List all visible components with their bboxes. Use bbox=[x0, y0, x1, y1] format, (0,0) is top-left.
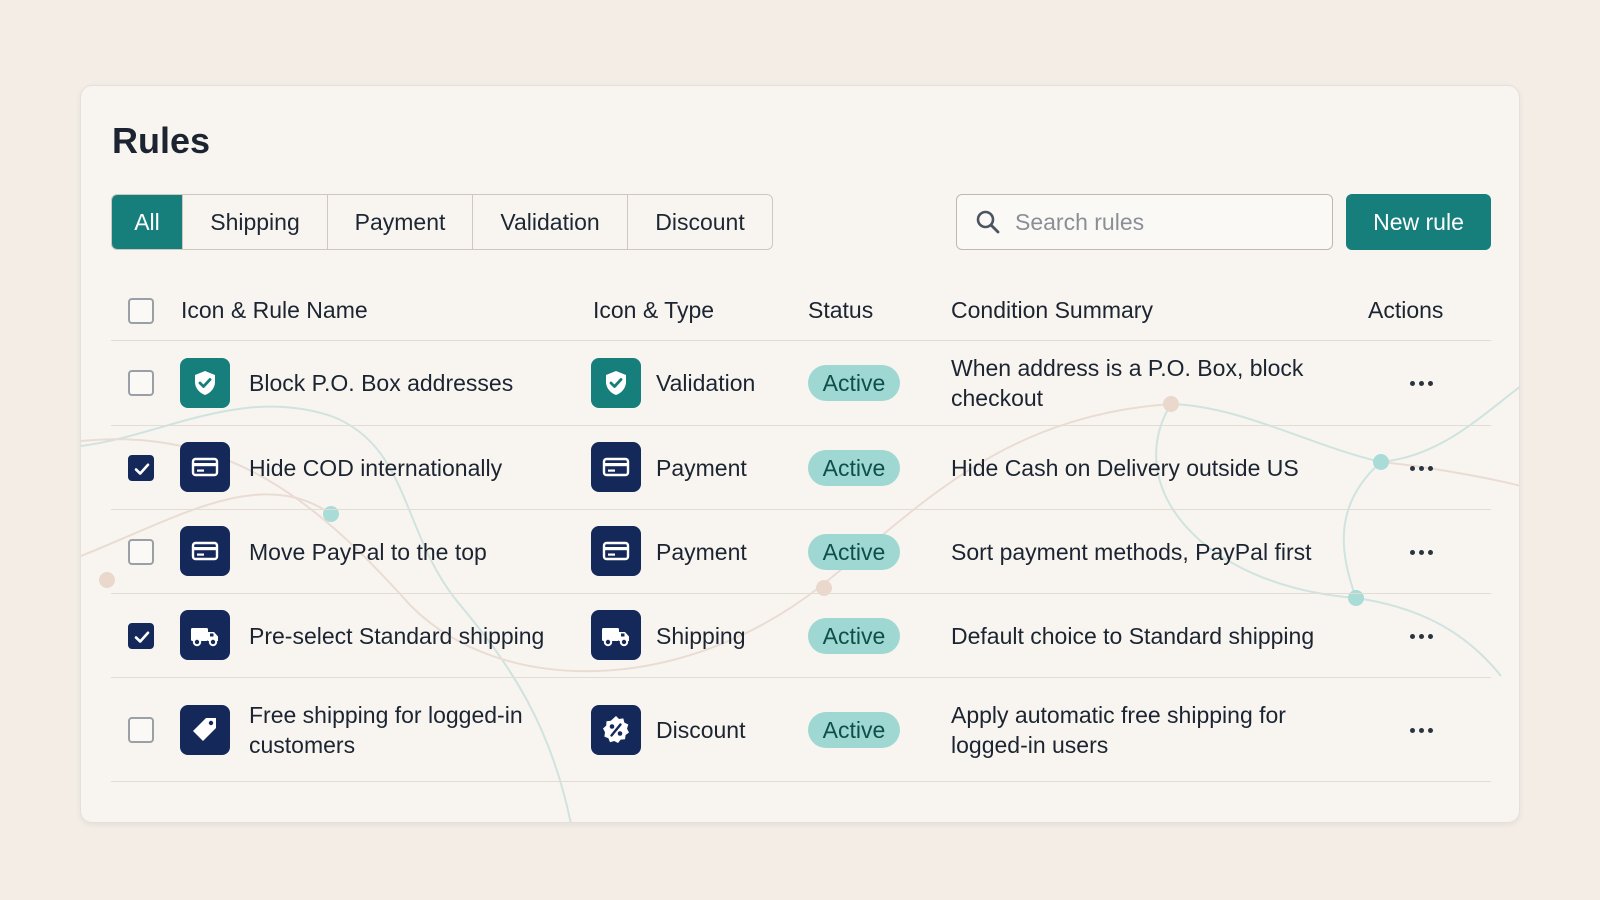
checkmark-icon bbox=[134, 463, 150, 475]
table-row[interactable]: Free shipping for logged-in customers Di… bbox=[111, 678, 1491, 782]
credit-card-icon bbox=[591, 526, 641, 576]
more-actions-icon[interactable] bbox=[1401, 368, 1441, 398]
row-checkbox[interactable] bbox=[128, 370, 154, 396]
more-actions-icon[interactable] bbox=[1401, 453, 1441, 483]
new-rule-button[interactable]: New rule bbox=[1346, 194, 1491, 250]
row-checkbox[interactable] bbox=[128, 539, 154, 565]
condition-summary: Sort payment methods, PayPal first bbox=[951, 539, 1312, 565]
rule-type: Shipping bbox=[656, 623, 746, 649]
search-input[interactable] bbox=[1015, 208, 1315, 236]
percent-badge-icon bbox=[591, 705, 641, 755]
more-actions-icon[interactable] bbox=[1401, 537, 1441, 567]
filter-tabs: All Shipping Payment Validation Discount bbox=[111, 194, 773, 250]
tag-icon bbox=[180, 705, 230, 755]
more-actions-icon[interactable] bbox=[1401, 621, 1441, 651]
rule-type: Validation bbox=[656, 370, 756, 396]
status-badge: Active bbox=[808, 618, 900, 654]
status-badge: Active bbox=[808, 365, 900, 401]
shield-check-icon bbox=[180, 358, 230, 408]
column-header-actions: Actions bbox=[1368, 297, 1444, 323]
rule-type: Discount bbox=[656, 717, 746, 743]
row-checkbox[interactable] bbox=[128, 623, 154, 649]
truck-icon bbox=[180, 610, 230, 660]
truck-icon bbox=[591, 610, 641, 660]
tab-payment[interactable]: Payment bbox=[327, 195, 472, 249]
rule-name: Free shipping for logged-in customers bbox=[249, 702, 523, 758]
column-header-type: Icon & Type bbox=[593, 297, 715, 323]
rule-name: Move PayPal to the top bbox=[249, 539, 487, 565]
condition-summary: Default choice to Standard shipping bbox=[951, 623, 1315, 649]
status-badge: Active bbox=[808, 450, 900, 486]
row-checkbox[interactable] bbox=[128, 455, 154, 481]
search-icon bbox=[976, 210, 1000, 234]
credit-card-icon bbox=[591, 442, 641, 492]
status-badge: Active bbox=[808, 534, 900, 570]
rule-name: Block P.O. Box addresses bbox=[249, 370, 514, 396]
credit-card-icon bbox=[180, 442, 230, 492]
tab-all[interactable]: All bbox=[112, 195, 182, 249]
table-row[interactable]: Block P.O. Box addresses Validation Acti… bbox=[111, 341, 1491, 426]
shield-check-icon bbox=[591, 358, 641, 408]
table-row[interactable]: Hide COD internationally Payment Active … bbox=[111, 426, 1491, 510]
tab-shipping[interactable]: Shipping bbox=[182, 195, 327, 249]
rule-name: Hide COD internationally bbox=[249, 455, 503, 481]
page-title: Rules bbox=[112, 120, 211, 161]
tab-validation[interactable]: Validation bbox=[472, 195, 627, 249]
rule-type: Payment bbox=[656, 539, 747, 565]
more-actions-icon[interactable] bbox=[1401, 715, 1441, 745]
status-badge: Active bbox=[808, 712, 900, 748]
column-header-condition: Condition Summary bbox=[951, 297, 1153, 323]
rule-name: Pre-select Standard shipping bbox=[249, 623, 545, 649]
table-header: Icon & Rule Name Icon & Type Status Cond… bbox=[111, 281, 1491, 341]
column-header-status: Status bbox=[808, 297, 874, 323]
table-row[interactable]: Pre-select Standard shipping Shipping Ac… bbox=[111, 594, 1491, 678]
checkmark-icon bbox=[134, 631, 150, 643]
search-box bbox=[956, 194, 1333, 250]
rule-type: Payment bbox=[656, 455, 747, 481]
condition-summary: When address is a P.O. Box, block checko… bbox=[951, 355, 1304, 411]
rules-card: Rules All Shipping Payment Validation Di… bbox=[80, 85, 1520, 823]
condition-summary: Hide Cash on Delivery outside US bbox=[951, 455, 1299, 481]
column-header-rule-name: Icon & Rule Name bbox=[181, 297, 368, 323]
condition-summary: Apply automatic free shipping for logged… bbox=[951, 702, 1286, 758]
select-all-checkbox[interactable] bbox=[128, 298, 154, 324]
credit-card-icon bbox=[180, 526, 230, 576]
row-checkbox[interactable] bbox=[128, 717, 154, 743]
tab-discount[interactable]: Discount bbox=[627, 195, 772, 249]
table-row[interactable]: Move PayPal to the top Payment Active So… bbox=[111, 510, 1491, 594]
